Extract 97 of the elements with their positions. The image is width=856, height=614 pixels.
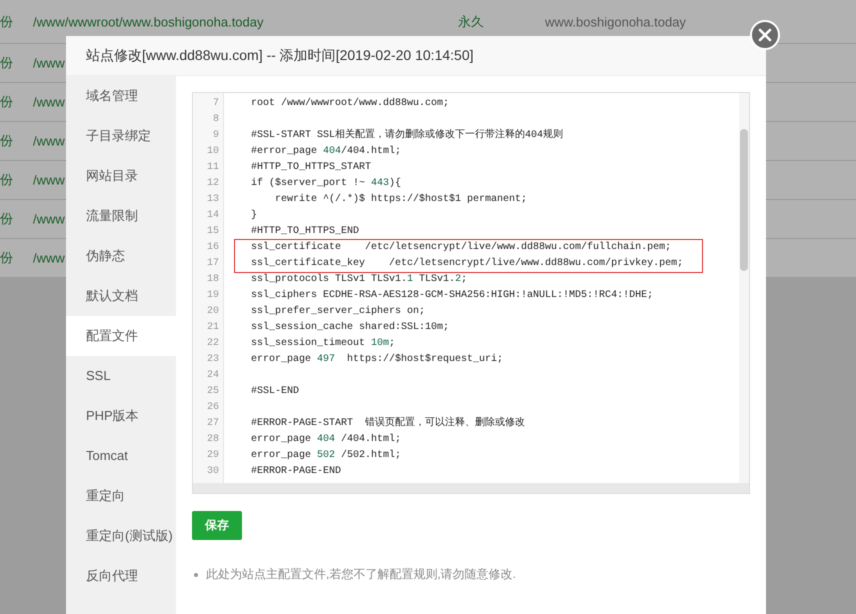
table-cell: 份 [0, 249, 13, 267]
line-number: 9 [212, 129, 220, 143]
table-cell: /www [33, 56, 65, 70]
table-cell: 份 [0, 54, 13, 72]
code-text: error_page [250, 450, 312, 461]
table-cell: /www [33, 94, 65, 110]
table-cell: /www [33, 172, 65, 188]
code-text: ssl_certificate /etc/letsencrypt/live/www.dd88wu.com/fullchain.pem; [250, 242, 672, 253]
sidebar-item[interactable]: 反向代理 [66, 556, 176, 596]
code-text: #error_page [250, 146, 318, 157]
code-text: error_page [250, 354, 312, 365]
table-cell: 永久 [458, 12, 484, 30]
table-cell: 份 [0, 93, 13, 111]
code-text: ssl_certificate_key /etc/letsencrypt/live/www.dd88wu.com/privkey.pem; [250, 258, 684, 269]
sidebar-item[interactable]: 重定向 [66, 476, 176, 516]
line-number: 13 [206, 193, 220, 207]
code-text: ssl_ciphers ECDHE-RSA-AES128-GCM-SHA256:HIGH:!aNULL:!MD5:!RC4:!DHE; [250, 290, 654, 301]
code-text: ssl_protocols TLSv1 TLSv1. [250, 274, 408, 285]
sidebar-item[interactable]: 重定向(测试版) [66, 516, 176, 556]
code-text: ssl_session_timeout [250, 338, 366, 349]
line-number: 15 [206, 225, 220, 239]
sidebar-item[interactable]: Tomcat [66, 436, 176, 476]
horizontal-scrollbar[interactable] [193, 483, 749, 493]
table-cell: 份 [0, 12, 13, 30]
code-text: ; [389, 338, 396, 349]
line-number: 23 [206, 353, 220, 367]
code-text: ssl_session_cache shared:SSL:10m; [250, 322, 450, 333]
code-text: 2 [455, 274, 462, 285]
table-cell: /www [33, 134, 65, 148]
code-editor[interactable] [192, 92, 750, 494]
scrollbar-thumb[interactable] [740, 129, 748, 271]
code-text: ){ [389, 178, 402, 189]
line-number: 10 [206, 145, 220, 159]
sidebar-item[interactable]: 网站目录 [66, 156, 176, 196]
code-text: ; [461, 274, 468, 285]
table-cell: 份 [0, 171, 13, 189]
table-cell: /www [33, 250, 65, 266]
sidebar-item[interactable]: 子目录绑定 [66, 116, 176, 156]
dialog-title: 站点修改[www.dd88wu.com] -- 添加时间[2019-02-20 10:14:50] [86, 46, 474, 64]
code-text: 10m [371, 338, 390, 349]
line-number: 24 [206, 369, 220, 383]
line-number: 29 [206, 449, 220, 463]
code-text: root /www/wwwroot/www.dd88wu.com; [250, 98, 450, 109]
line-number: 19 [206, 289, 220, 303]
line-number: 12 [206, 177, 220, 191]
code-text: } [250, 210, 258, 221]
sidebar-item[interactable]: PHP版本 [66, 396, 176, 436]
code-text: rewrite ^(/.*)$ https://$host$1 permanent; [274, 194, 528, 205]
code-text: #ERROR-PAGE-END [250, 466, 342, 477]
table-cell: 份 [0, 132, 13, 150]
code-text: #ERROR-PAGE-START 错误页配置，可以注释、删除或修改 [250, 418, 526, 429]
code-text: error_page [250, 434, 312, 445]
sidebar-item[interactable]: 伪静态 [66, 236, 176, 276]
code-text: #SSL-START SSL相关配置，请勿删除或修改下一行带注释的404规则 [250, 130, 564, 141]
line-number: 7 [212, 97, 220, 111]
code-text: 1 [407, 274, 414, 285]
line-number: 11 [206, 161, 220, 175]
line-number: 22 [206, 337, 220, 351]
table-cell: 份 [0, 210, 13, 228]
sidebar-item[interactable]: 配置文件 [66, 316, 176, 356]
line-number: 28 [206, 433, 220, 447]
sidebar-item[interactable]: SSL [66, 356, 176, 396]
line-number: 21 [206, 321, 220, 335]
code-text: ssl_prefer_server_ciphers on; [250, 306, 426, 317]
note-text: 此处为站点主配置文件,若您不了解配置规则,请勿随意修改. [206, 566, 516, 583]
table-cell: /www/wwwroot/www.boshigonoha.today [33, 14, 264, 29]
line-number: 18 [206, 273, 220, 287]
code-text: if ($server_port !~ [250, 178, 366, 189]
code-text: 502 [317, 450, 336, 461]
line-number: 20 [206, 305, 220, 319]
table-cell: www.boshigonoha.today [545, 14, 686, 29]
bullet-icon [194, 572, 198, 576]
code-text: /502.html; [340, 450, 402, 461]
close-icon [756, 26, 774, 44]
line-number: 14 [206, 209, 220, 223]
code-text: #SSL-END [250, 386, 300, 397]
code-text: 443 [371, 178, 390, 189]
code-text: TLSv1. [418, 274, 456, 285]
sidebar-item[interactable]: 默认文档 [66, 276, 176, 316]
table-cell: /www [33, 212, 65, 226]
line-number: 16 [206, 241, 220, 255]
sidebar-item[interactable]: 域名管理 [66, 76, 176, 116]
code-text: 497 [317, 354, 336, 365]
code-text: #HTTP_TO_HTTPS_END [250, 226, 360, 237]
code-text: 404 [323, 146, 342, 157]
code-text: /404.html; [341, 146, 402, 157]
line-number: 25 [206, 385, 220, 399]
line-number: 17 [206, 257, 220, 271]
line-number: 26 [206, 401, 220, 415]
sidebar-item[interactable]: 流量限制 [66, 196, 176, 236]
line-number: 27 [206, 417, 220, 431]
code-text: /404.html; [340, 434, 402, 445]
code-text: #HTTP_TO_HTTPS_START [250, 162, 372, 173]
code-text: https://$host$request_uri; [346, 354, 504, 365]
line-number: 8 [212, 113, 220, 127]
code-text: 404 [317, 434, 336, 445]
line-number: 30 [206, 465, 220, 479]
